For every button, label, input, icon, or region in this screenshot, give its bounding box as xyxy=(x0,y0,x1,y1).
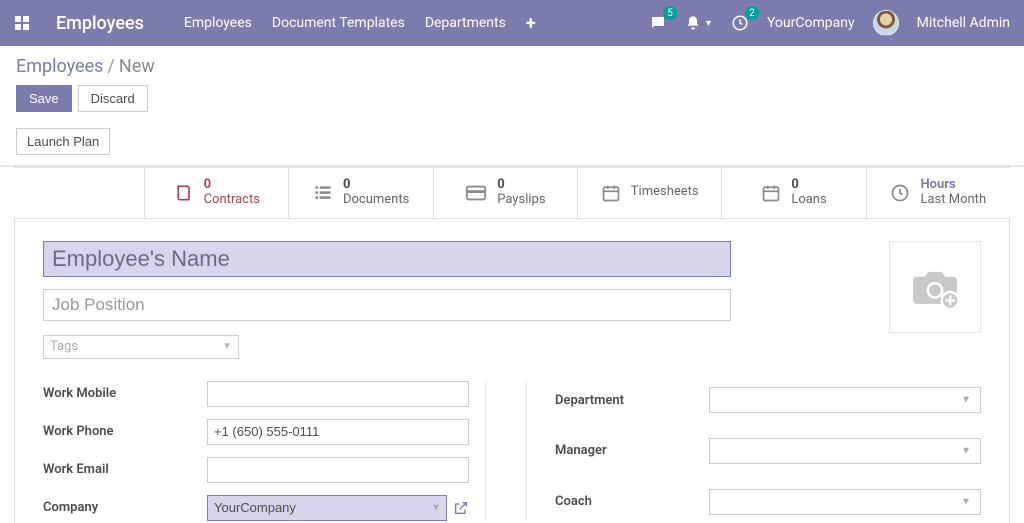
avatar[interactable] xyxy=(873,10,899,36)
label-work-mobile: Work Mobile xyxy=(43,386,203,401)
clock-icon xyxy=(890,183,910,203)
label-department: Department xyxy=(555,393,705,408)
credit-card-icon xyxy=(465,182,487,204)
employee-name-input[interactable] xyxy=(43,241,731,277)
breadcrumb: Employees/New xyxy=(16,56,1008,77)
tags-placeholder: Tags xyxy=(50,339,78,354)
book-icon xyxy=(174,183,194,203)
tags-input[interactable]: Tags ▼ xyxy=(43,335,239,359)
app-title[interactable]: Employees xyxy=(56,13,144,34)
work-email-input[interactable] xyxy=(207,457,469,483)
stat-hours[interactable]: HoursLast Month xyxy=(866,168,1010,218)
activities-badge: 2 xyxy=(745,6,759,20)
messages-button[interactable]: 5 xyxy=(649,14,667,32)
calendar-icon xyxy=(761,183,781,203)
stat-contracts[interactable]: 0Contracts xyxy=(144,168,288,218)
stat-documents[interactable]: 0Documents xyxy=(288,168,432,218)
job-position-input[interactable] xyxy=(43,289,731,321)
image-upload[interactable] xyxy=(889,241,981,333)
list-icon xyxy=(313,183,333,203)
stat-payslips[interactable]: 0Payslips xyxy=(433,168,577,218)
discard-button[interactable]: Discard xyxy=(78,85,148,112)
work-phone-input[interactable] xyxy=(207,419,469,445)
nav-departments[interactable]: Departments xyxy=(425,15,506,31)
stat-timesheets[interactable]: Timesheets xyxy=(577,168,721,218)
nav-document-templates[interactable]: Document Templates xyxy=(272,15,405,31)
nav-add[interactable]: + xyxy=(526,13,536,34)
main-content: Employees/New Save Discard Launch Plan 0… xyxy=(0,46,1024,523)
activities-button[interactable]: 2 xyxy=(731,14,749,32)
save-button[interactable]: Save xyxy=(16,85,72,112)
coach-select[interactable] xyxy=(709,489,981,515)
chevron-down-icon: ▼ xyxy=(704,18,713,29)
label-company: Company xyxy=(43,500,203,515)
stat-loans[interactable]: 0Loans xyxy=(721,168,865,218)
calendar-icon xyxy=(601,183,621,203)
notifications-button[interactable]: ▼ xyxy=(685,15,713,31)
company-select[interactable] xyxy=(207,495,447,521)
bell-icon xyxy=(685,15,701,31)
chevron-down-icon: ▼ xyxy=(222,341,232,352)
breadcrumb-current: New xyxy=(119,56,155,77)
external-link-icon[interactable] xyxy=(453,500,469,516)
manager-select[interactable] xyxy=(709,438,981,464)
top-navbar: Employees Employees Document Templates D… xyxy=(0,0,1024,46)
label-work-phone: Work Phone xyxy=(43,424,203,439)
messages-badge: 5 xyxy=(663,6,677,20)
label-work-email: Work Email xyxy=(43,462,203,477)
label-manager: Manager xyxy=(555,443,705,458)
breadcrumb-root[interactable]: Employees xyxy=(16,56,103,77)
nav-employees[interactable]: Employees xyxy=(184,15,252,31)
launch-plan-button[interactable]: Launch Plan xyxy=(16,128,110,155)
form-sheet: Tags ▼ Work Mobile xyxy=(14,219,1010,523)
stat-spacer xyxy=(14,168,144,218)
company-switcher[interactable]: YourCompany xyxy=(767,15,855,31)
stat-buttons-row: 0Contracts 0Documents 0Payslips Timeshee… xyxy=(14,167,1010,219)
work-mobile-input[interactable] xyxy=(207,381,469,407)
label-coach: Coach xyxy=(555,494,705,509)
user-menu[interactable]: Mitchell Admin xyxy=(917,15,1010,31)
department-select[interactable] xyxy=(709,387,981,413)
apps-icon[interactable] xyxy=(14,15,30,31)
camera-plus-icon xyxy=(908,260,962,314)
